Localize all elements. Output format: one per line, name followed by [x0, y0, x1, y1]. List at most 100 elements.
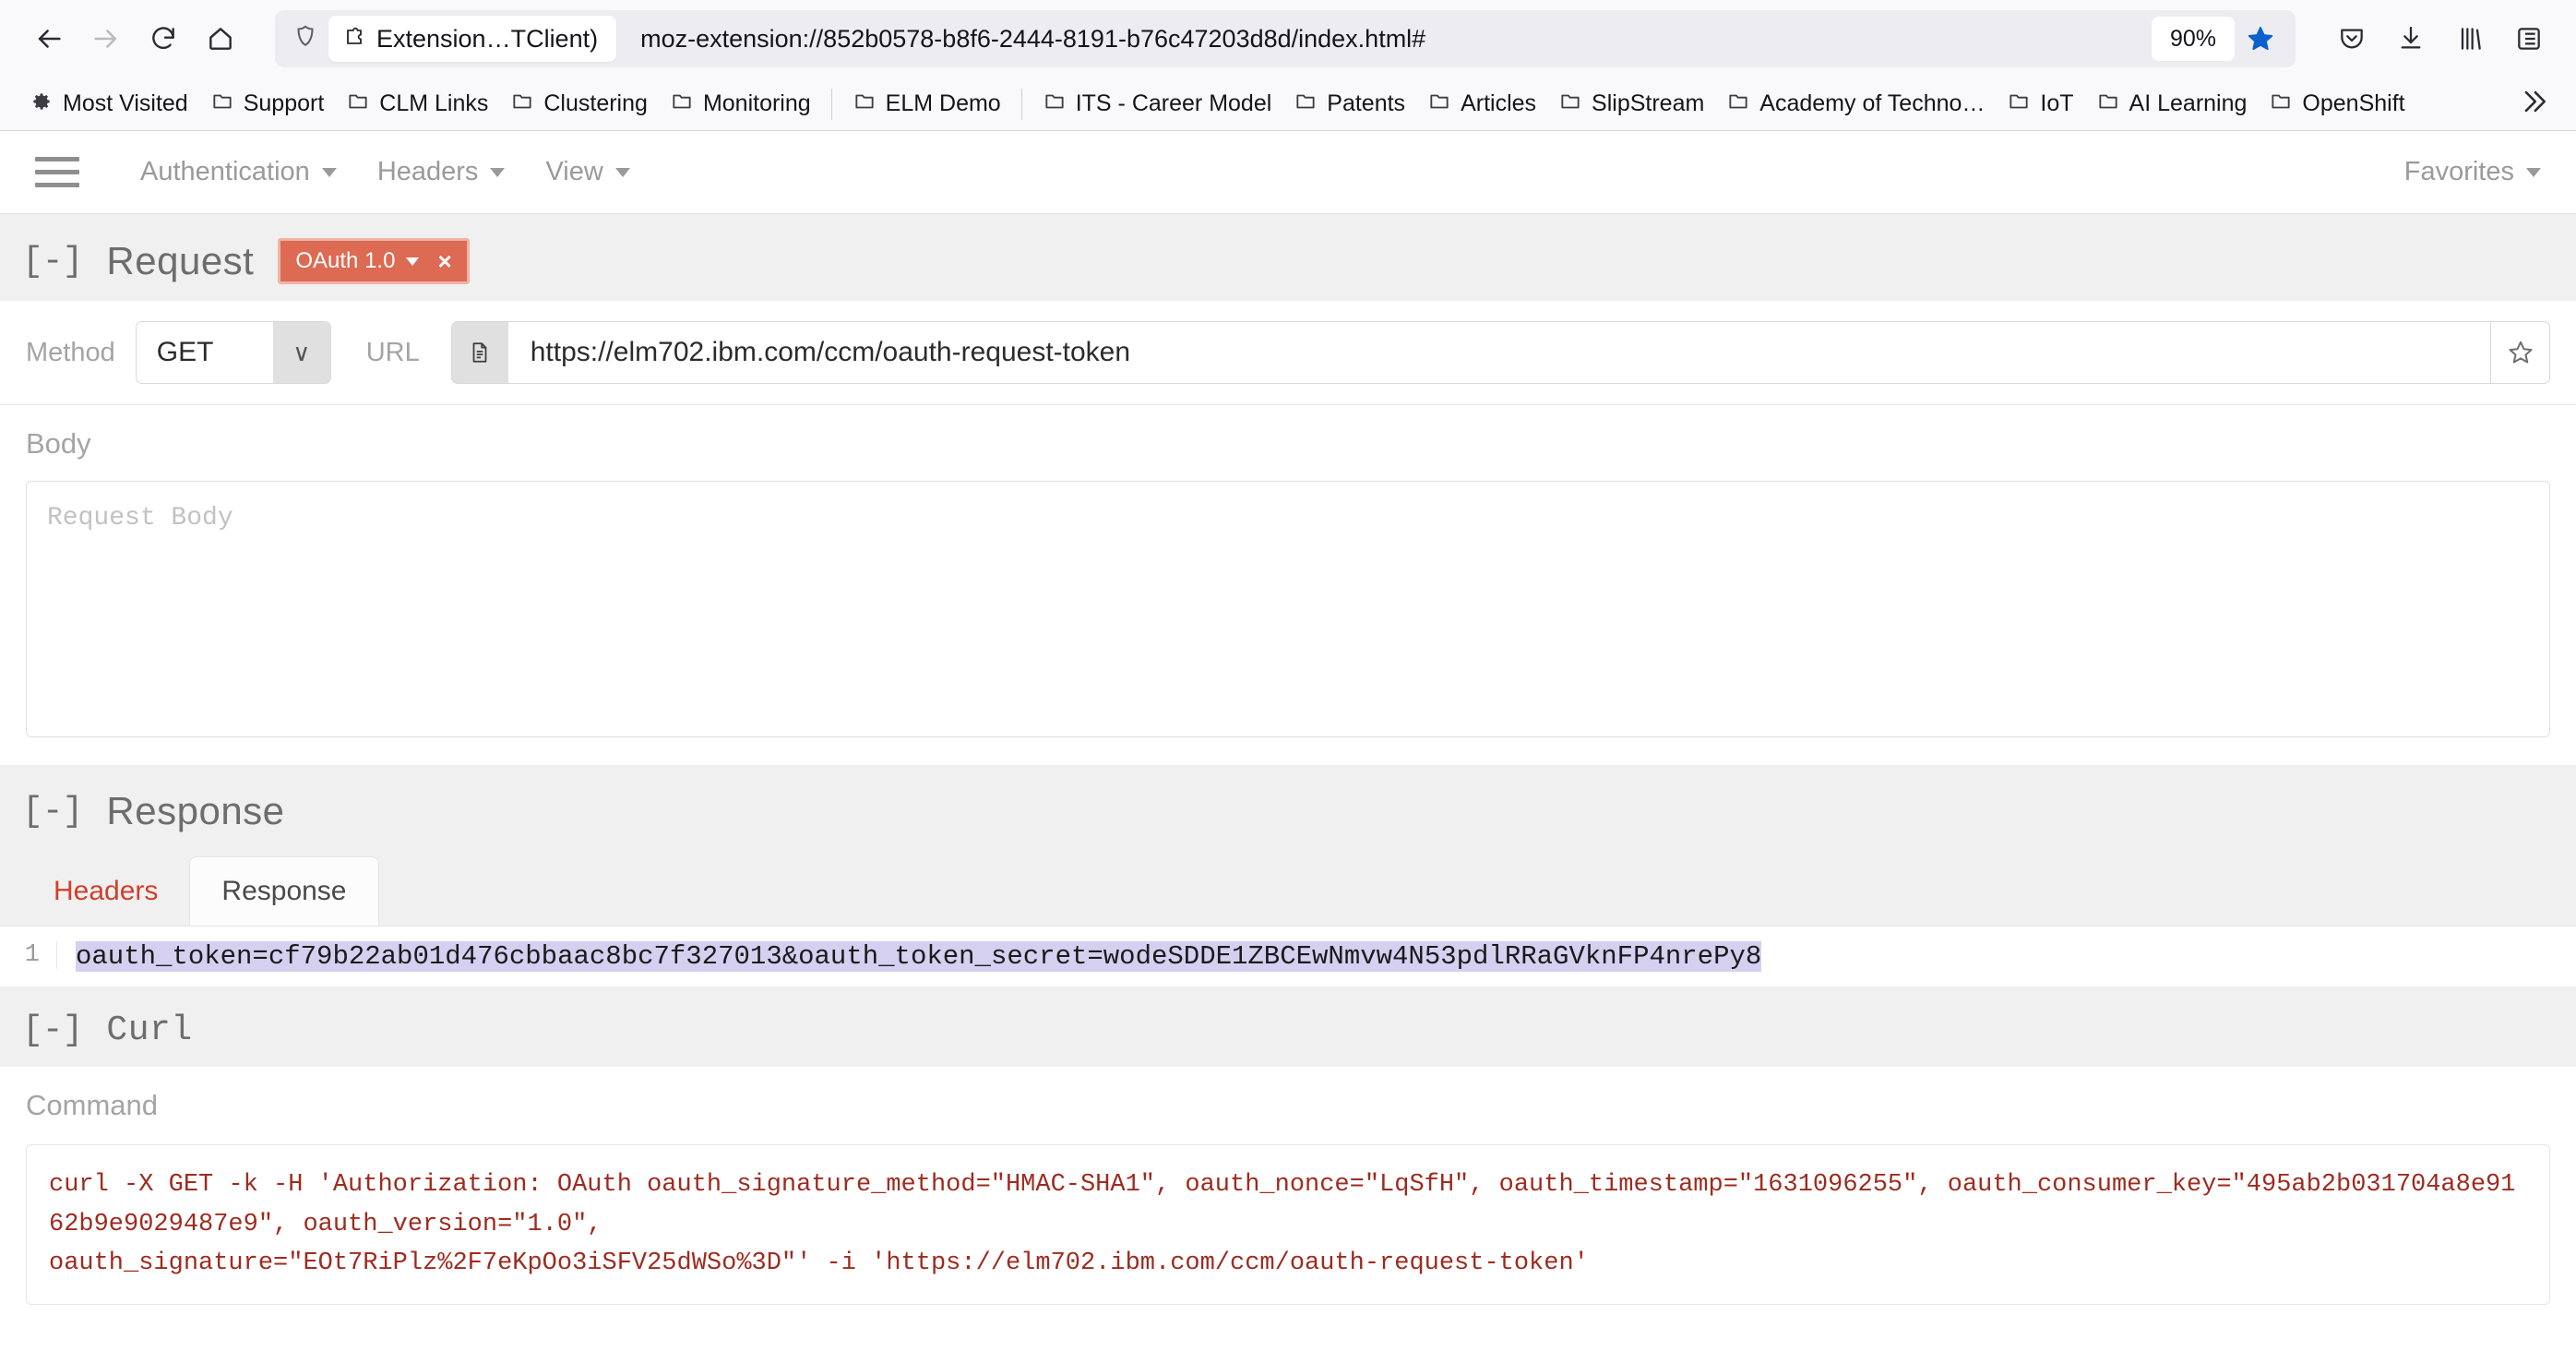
extension-puzzle-icon	[341, 24, 367, 54]
body-label: Body	[26, 427, 91, 460]
bookmark-item-clm-links[interactable]: CLM Links	[335, 84, 499, 124]
response-section-header: [-] Response	[0, 765, 2576, 850]
menu-headers-label: Headers	[376, 157, 479, 186]
bookmark-item-monitoring[interactable]: Monitoring	[659, 84, 822, 124]
downloads-icon	[2396, 24, 2426, 54]
library-button[interactable]	[2443, 12, 2497, 66]
request-card: Method GET ∨ URL https://elm702.ibm.com/…	[0, 301, 2576, 765]
method-label: Method	[26, 337, 115, 367]
curl-collapse-toggle[interactable]: [-]	[22, 1010, 83, 1050]
bookmark-label: Most Visited	[63, 90, 188, 116]
bookmark-item-articles[interactable]: Articles	[1416, 84, 1547, 124]
bookmark-item-clustering[interactable]: Clustering	[499, 84, 659, 124]
bookmarks-overflow-button[interactable]	[2517, 86, 2558, 122]
pocket-button[interactable]	[2325, 12, 2379, 66]
bookmark-label: ELM Demo	[885, 90, 1001, 116]
hamburger-icon[interactable]	[35, 157, 79, 187]
curl-command-line-2: oauth_signature="EOt7RiPlz%2F7eKpOo3iSFV…	[49, 1249, 1589, 1278]
shield-icon[interactable]	[292, 23, 319, 55]
bookmark-item-support[interactable]: Support	[199, 84, 336, 124]
response-code-line: 1 oauth_token=cf79b22ab01d476cbbaac8bc7f…	[0, 927, 2576, 986]
curl-section-title: Curl	[106, 1010, 193, 1050]
folder-icon	[346, 90, 370, 118]
curl-command-line-1: curl -X GET -k -H 'Authorization: OAuth …	[49, 1171, 2516, 1238]
folder-icon	[2269, 90, 2293, 118]
bookmark-item-academy-of-technology[interactable]: Academy of Techno…	[1715, 84, 1996, 124]
response-selected-text[interactable]: oauth_token=cf79b22ab01d476cbbaac8bc7f32…	[76, 941, 1762, 972]
menu-view-label: View	[545, 157, 603, 186]
auth-badge-remove-button[interactable]: ×	[437, 249, 451, 273]
bookmark-label: Academy of Techno…	[1759, 90, 1986, 116]
method-select[interactable]: GET ∨	[135, 321, 331, 384]
bookmark-label: Patents	[1327, 90, 1406, 116]
forward-button[interactable]	[78, 10, 135, 67]
auth-type-badge[interactable]: OAuth 1.0 ×	[278, 238, 470, 284]
bookmark-star-button[interactable]	[2235, 13, 2286, 65]
chevron-down-icon	[321, 167, 337, 177]
bookmark-label: Support	[243, 90, 325, 116]
chevron-down-icon	[614, 167, 630, 177]
url-input[interactable]: https://elm702.ibm.com/ccm/oauth-request…	[507, 321, 2491, 384]
menu-view[interactable]: View	[545, 157, 630, 187]
bookmark-label: Monitoring	[702, 90, 811, 116]
bookmark-label: IoT	[2040, 90, 2074, 116]
bookmark-item-elm-demo[interactable]: ELM Demo	[841, 84, 1012, 124]
bookmark-separator	[1020, 88, 1022, 120]
curl-command-box[interactable]: curl -X GET -k -H 'Authorization: OAuth …	[26, 1144, 2550, 1305]
folder-icon	[853, 90, 877, 118]
downloads-button[interactable]	[2384, 12, 2438, 66]
line-number: 1	[0, 941, 57, 969]
extension-identity-chip[interactable]: Extension…TClient)	[328, 16, 617, 62]
request-body-input[interactable]: Request Body	[26, 481, 2550, 737]
request-collapse-toggle[interactable]: [-]	[22, 242, 83, 281]
back-button[interactable]	[20, 10, 78, 67]
sidebar-button[interactable]	[2502, 12, 2556, 66]
bookmark-separator	[830, 88, 832, 120]
app-menu-bar: Authentication Headers View Favorites	[0, 131, 2576, 214]
bookmark-item-its-career-model[interactable]: ITS - Career Model	[1032, 84, 1283, 124]
request-body-block: Body Request Body	[0, 405, 2576, 765]
chevron-double-right-icon	[2517, 86, 2548, 122]
home-icon	[206, 24, 235, 54]
folder-icon	[510, 90, 534, 118]
browser-toolbar-actions	[2325, 12, 2556, 66]
response-collapse-toggle[interactable]: [-]	[22, 792, 83, 831]
tab-response[interactable]: Response	[189, 856, 379, 926]
bookmark-label: AI Learning	[2129, 90, 2248, 116]
curl-card: Command curl -X GET -k -H 'Authorization…	[0, 1067, 2576, 1336]
url-text[interactable]: moz-extension://852b0578-b8f6-2444-8191-…	[640, 25, 2141, 54]
tab-headers[interactable]: Headers	[22, 857, 189, 926]
menu-authentication[interactable]: Authentication	[140, 157, 337, 187]
bookmark-item-openshift[interactable]: OpenShift	[2258, 84, 2415, 124]
bookmark-item-patents[interactable]: Patents	[1282, 84, 1416, 124]
folder-icon	[1294, 90, 1318, 118]
menu-favorites-label: Favorites	[2403, 157, 2514, 186]
auth-badge-label: OAuth 1.0	[295, 248, 396, 273]
document-icon[interactable]	[450, 321, 508, 384]
browser-navigation-bar: Extension…TClient) moz-extension://852b0…	[0, 0, 2576, 78]
library-icon	[2455, 24, 2485, 54]
request-section-header: [-] Request OAuth 1.0 ×	[0, 214, 2576, 301]
home-button[interactable]	[192, 10, 249, 67]
menu-headers[interactable]: Headers	[377, 157, 506, 187]
url-input-group: https://elm702.ibm.com/ccm/oauth-request…	[450, 321, 2550, 384]
response-content[interactable]: oauth_token=cf79b22ab01d476cbbaac8bc7f32…	[57, 941, 1762, 972]
extension-chip-label: Extension…TClient)	[376, 24, 599, 53]
folder-icon	[2007, 90, 2031, 118]
url-bar[interactable]: Extension…TClient) moz-extension://852b0…	[275, 10, 2296, 67]
bookmark-item-most-visited[interactable]: Most Visited	[18, 84, 199, 124]
request-section-title: Request	[106, 239, 255, 282]
response-tabs: Headers Response	[0, 850, 2576, 926]
auth-badge-dropdown[interactable]: OAuth 1.0	[295, 248, 420, 274]
pocket-icon	[2337, 24, 2367, 54]
bookmark-item-iot[interactable]: IoT	[1996, 84, 2084, 124]
save-favorite-button[interactable]	[2491, 321, 2550, 384]
method-select-value: GET	[136, 322, 273, 383]
chevron-down-icon	[2526, 167, 2541, 177]
menu-favorites[interactable]: Favorites	[2404, 157, 2541, 187]
bookmark-item-slipstream[interactable]: SlipStream	[1547, 84, 1715, 124]
reload-button[interactable]	[135, 10, 192, 67]
response-content-panel: 1 oauth_token=cf79b22ab01d476cbbaac8bc7f…	[0, 926, 2576, 986]
zoom-level-indicator[interactable]: 90%	[2151, 17, 2235, 61]
bookmark-item-ai-learning[interactable]: AI Learning	[2085, 84, 2259, 124]
